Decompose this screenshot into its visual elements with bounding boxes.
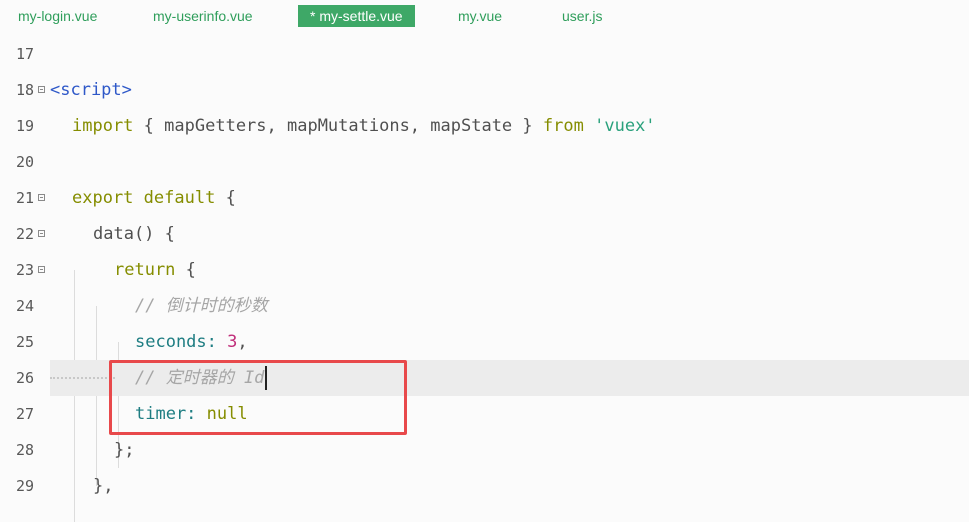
return-open-brace: { bbox=[185, 260, 196, 280]
return-close-brace: }; bbox=[114, 440, 135, 460]
seconds-key: seconds: bbox=[135, 332, 217, 352]
import-keyword: import bbox=[72, 116, 134, 136]
timer-key: timer: bbox=[135, 404, 197, 424]
fold-toggle-icon[interactable] bbox=[38, 266, 45, 273]
tab-my-userinfo-vue[interactable]: my-userinfo.vue bbox=[145, 5, 261, 27]
whitespace-marker bbox=[50, 377, 115, 379]
seconds-comma: , bbox=[237, 332, 248, 352]
line-number: 24 bbox=[15, 297, 34, 315]
seconds-property: seconds: 3, bbox=[135, 324, 248, 360]
code-line: 25 seconds: 3, bbox=[0, 324, 969, 360]
line-number: 20 bbox=[15, 153, 34, 171]
line-number: 21 bbox=[15, 189, 34, 207]
tab-my-login-vue[interactable]: my-login.vue bbox=[10, 5, 105, 27]
code-line: 29 }, bbox=[0, 468, 969, 504]
default-keyword: default bbox=[143, 188, 216, 208]
from-keyword: from bbox=[542, 116, 584, 136]
line-number: 22 bbox=[15, 225, 34, 243]
data-function: data() { bbox=[93, 224, 175, 244]
timer-comment-text: // 定时器的 Id bbox=[135, 368, 265, 388]
export-statement: export default { bbox=[72, 180, 236, 216]
code-line: 19 import { mapGetters, mapMutations, ma… bbox=[0, 108, 969, 144]
code-line: 17 bbox=[0, 36, 969, 72]
line-number: 27 bbox=[15, 405, 34, 423]
seconds-value: 3 bbox=[227, 332, 238, 352]
line-number: 28 bbox=[15, 441, 34, 459]
seconds-comment: // 倒计时的秒数 bbox=[135, 296, 268, 316]
line-number: 25 bbox=[15, 333, 34, 351]
export-keyword: export bbox=[72, 188, 134, 208]
fold-toggle-icon[interactable] bbox=[38, 86, 45, 93]
import-statement: import { mapGetters, mapMutations, mapSt… bbox=[72, 108, 656, 144]
line-number: 29 bbox=[15, 477, 34, 495]
tab-user-js[interactable]: user.js bbox=[554, 5, 610, 27]
timer-comment: // 定时器的 Id bbox=[135, 360, 268, 396]
line-number: 18 bbox=[15, 81, 34, 99]
line-number: 17 bbox=[15, 45, 34, 63]
tab-my-settle-vue[interactable]: * my-settle.vue bbox=[298, 5, 415, 27]
tab-my-vue[interactable]: my.vue bbox=[450, 5, 510, 27]
current-code-line: 26 // 定时器的 Id bbox=[0, 360, 969, 396]
code-line: 24 // 倒计时的秒数 bbox=[0, 288, 969, 324]
editor-tab-bar: my-login.vue my-userinfo.vue * my-settle… bbox=[0, 0, 969, 34]
import-close-brace: } bbox=[522, 116, 533, 136]
fold-toggle-icon[interactable] bbox=[38, 194, 45, 201]
return-keyword: return bbox=[114, 260, 176, 280]
code-editor[interactable]: 17 18 <script> 19 import { mapGetters, m… bbox=[0, 36, 969, 522]
code-line: 23 return { bbox=[0, 252, 969, 288]
code-line: 21 export default { bbox=[0, 180, 969, 216]
code-line: 20 bbox=[0, 144, 969, 180]
code-line: 22 data() { bbox=[0, 216, 969, 252]
import-open-brace: { bbox=[143, 116, 154, 136]
import-names: mapGetters, mapMutations, mapState bbox=[164, 116, 513, 136]
timer-property: timer: null bbox=[135, 396, 248, 432]
module-string: 'vuex' bbox=[594, 116, 656, 136]
data-close-brace: }, bbox=[93, 476, 114, 496]
fold-toggle-icon[interactable] bbox=[38, 230, 45, 237]
script-open-tag: <script> bbox=[50, 80, 132, 100]
return-statement: return { bbox=[114, 252, 196, 288]
code-line: 28 }; bbox=[0, 432, 969, 468]
line-number: 19 bbox=[15, 117, 34, 135]
line-number: 26 bbox=[15, 369, 34, 387]
line-number: 23 bbox=[15, 261, 34, 279]
timer-value: null bbox=[206, 404, 248, 424]
text-cursor bbox=[265, 366, 268, 390]
export-open-brace: { bbox=[225, 188, 236, 208]
code-line: 27 timer: null bbox=[0, 396, 969, 432]
code-line: 18 <script> bbox=[0, 72, 969, 108]
